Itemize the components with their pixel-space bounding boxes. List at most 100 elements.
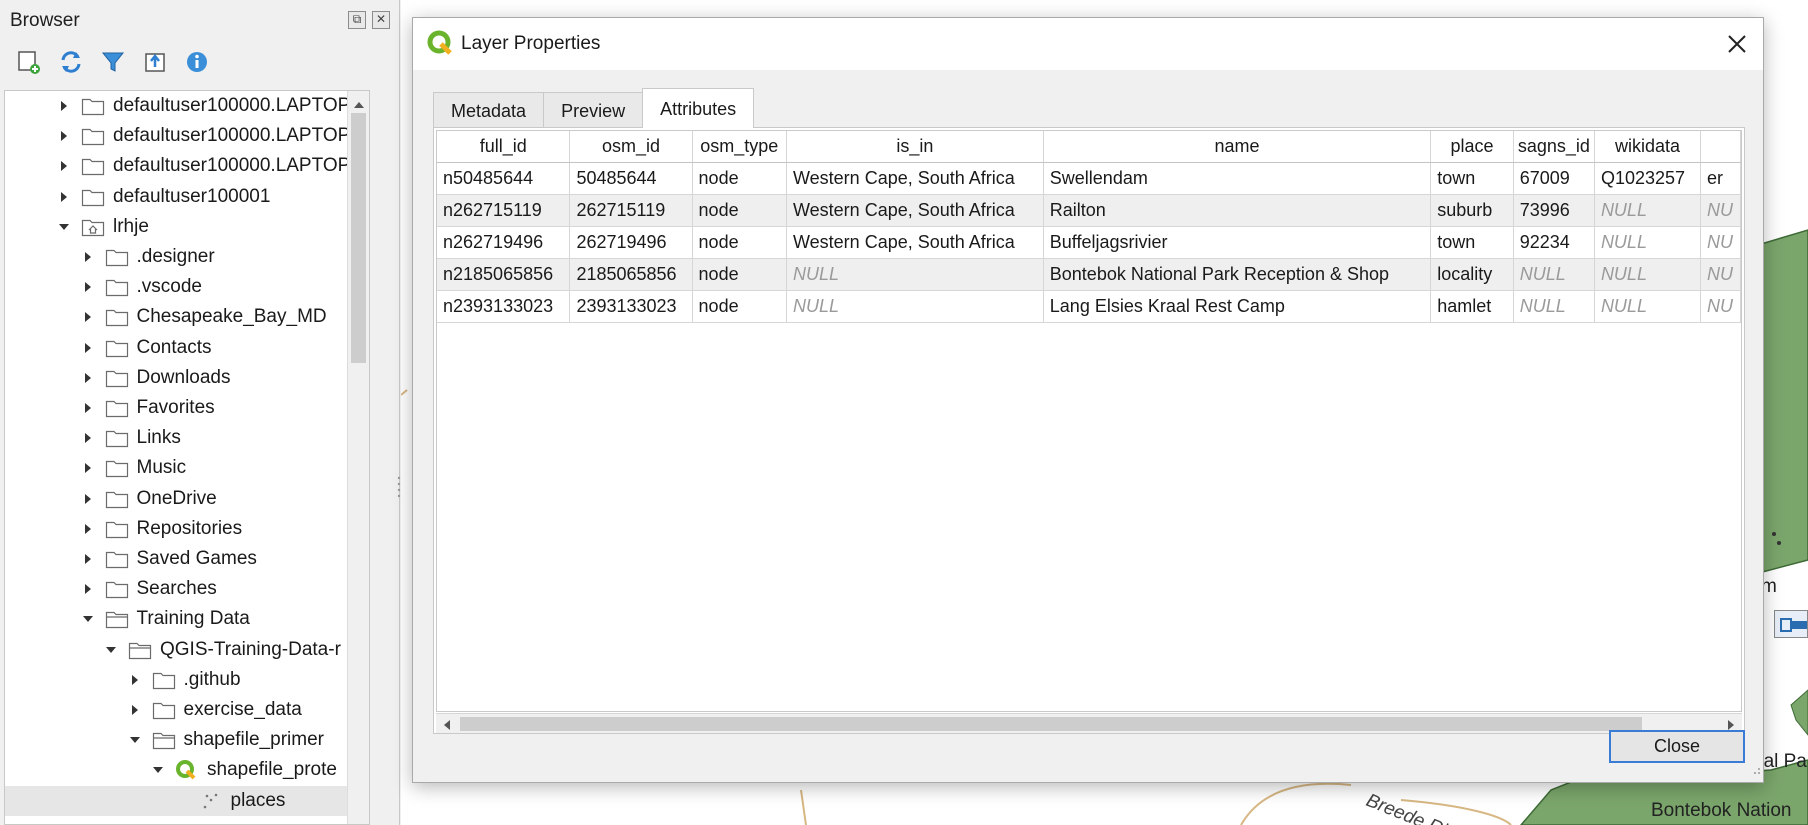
table-cell[interactable]: NULL [1594, 194, 1702, 227]
table-cell[interactable]: NU [1700, 290, 1741, 323]
close-icon[interactable]: ✕ [372, 11, 390, 29]
chevron-down-icon[interactable] [151, 763, 165, 777]
table-cell[interactable]: Lang Elsies Kraal Rest Camp [1043, 290, 1432, 323]
attribute-table[interactable]: full_id osm_id osm_type is_in name place sagns… [436, 130, 1742, 712]
table-cell[interactable]: node [692, 194, 788, 227]
tree-item[interactable]: QGIS-Training-Data-r [5, 635, 369, 665]
tree-item[interactable]: Links [5, 423, 369, 453]
refresh-icon[interactable] [56, 47, 86, 77]
table-cell[interactable]: n262719496 [437, 226, 571, 259]
tree-item[interactable]: shapefile_primer [5, 725, 369, 755]
table-cell[interactable]: NU [1700, 194, 1741, 227]
table-cell[interactable]: 2185065856 [569, 258, 693, 291]
chevron-right-icon[interactable] [81, 401, 95, 415]
tree-item[interactable]: Downloads [5, 363, 369, 393]
tree-item[interactable]: .github [5, 665, 369, 695]
tab-attributes[interactable]: Attributes [642, 88, 755, 128]
table-cell[interactable]: NULL [786, 258, 1044, 291]
tree-item[interactable]: defaultuser100000.LAPTOP- [5, 121, 369, 151]
table-cell[interactable]: NULL [1594, 258, 1702, 291]
table-row[interactable]: n2185065856 2185065856 node NULL Bontebok Na… [437, 258, 1741, 291]
tab-preview[interactable]: Preview [543, 92, 644, 128]
float-icon[interactable]: ⧉ [348, 11, 366, 29]
table-row[interactable]: n262715119 262715119 node Western Cape, Sou… [437, 194, 1741, 227]
table-cell[interactable]: NULL [1513, 290, 1595, 323]
table-cell[interactable]: Western Cape, South Africa [786, 226, 1044, 259]
table-cell[interactable]: hamlet [1430, 290, 1514, 323]
scrollbar-thumb[interactable] [351, 113, 366, 363]
chevron-right-icon[interactable] [81, 522, 95, 536]
chevron-down-icon[interactable] [104, 643, 118, 657]
close-icon[interactable] [1719, 26, 1755, 62]
table-cell[interactable]: Western Cape, South Africa [786, 162, 1044, 195]
tree-item[interactable]: Chesapeake_Bay_MD [5, 302, 369, 332]
chevron-right-icon[interactable] [81, 552, 95, 566]
table-cell[interactable]: NULL [1513, 258, 1595, 291]
column-header[interactable]: sagns_id [1513, 131, 1595, 163]
tab-metadata[interactable]: Metadata [433, 92, 545, 128]
table-cell[interactable]: 67009 [1513, 162, 1595, 195]
chevron-down-icon[interactable] [128, 733, 142, 747]
tree-item[interactable]: .vscode [5, 272, 369, 302]
chevron-right-icon[interactable] [128, 703, 142, 717]
chevron-right-icon[interactable] [57, 99, 71, 113]
tree-item[interactable]: Saved Games [5, 544, 369, 574]
table-cell[interactable]: node [692, 258, 788, 291]
table-cell[interactable]: n2393133023 [437, 290, 571, 323]
table-cell[interactable]: suburb [1430, 194, 1514, 227]
chevron-right-icon[interactable] [128, 673, 142, 687]
tree-item[interactable]: Contacts [5, 333, 369, 363]
table-cell[interactable]: NU [1700, 226, 1741, 259]
chevron-right-icon[interactable] [57, 129, 71, 143]
table-cell[interactable]: Q1023257 [1594, 162, 1702, 195]
horizontal-scrollbar[interactable] [436, 713, 1742, 733]
vertical-scrollbar[interactable] [347, 91, 369, 824]
table-cell[interactable]: node [692, 226, 788, 259]
table-cell[interactable]: er [1700, 162, 1741, 195]
table-cell[interactable]: locality [1430, 258, 1514, 291]
chevron-right-icon[interactable] [81, 371, 95, 385]
tree-item[interactable]: Favorites [5, 393, 369, 423]
column-header[interactable]: full_id [437, 131, 571, 163]
tree-item[interactable]: exercise_data [5, 695, 369, 725]
table-cell[interactable]: NU [1700, 258, 1741, 291]
column-header[interactable]: name [1043, 131, 1432, 163]
tree-item[interactable]: Searches [5, 574, 369, 604]
tree-item[interactable]: defaultuser100000.LAPTOP- [5, 91, 369, 121]
chevron-right-icon[interactable] [81, 461, 95, 475]
filter-icon[interactable] [98, 47, 128, 77]
add-layer-icon[interactable] [14, 47, 44, 77]
tree-item[interactable]: OneDrive [5, 484, 369, 514]
chevron-right-icon[interactable] [81, 492, 95, 506]
table-row[interactable]: n2393133023 2393133023 node NULL Lang Elsies… [437, 290, 1741, 323]
table-cell[interactable]: 2393133023 [569, 290, 693, 323]
table-cell[interactable]: 73996 [1513, 194, 1595, 227]
table-cell[interactable]: 262715119 [569, 194, 693, 227]
tree-item[interactable]: shapefile_prote [5, 755, 369, 785]
table-cell[interactable]: Western Cape, South Africa [786, 194, 1044, 227]
table-cell[interactable]: node [692, 162, 788, 195]
tree-item[interactable]: defaultuser100000.LAPTOP- [5, 151, 369, 181]
chevron-down-icon[interactable] [81, 612, 95, 626]
table-cell[interactable]: NULL [1594, 226, 1702, 259]
tree-item[interactable]: Music [5, 453, 369, 483]
column-header[interactable] [1700, 131, 1741, 163]
table-cell[interactable]: n50485644 [437, 162, 571, 195]
chevron-right-icon[interactable] [81, 431, 95, 445]
table-row[interactable]: n50485644 50485644 node Western Cape, South… [437, 162, 1741, 195]
table-cell[interactable]: NULL [786, 290, 1044, 323]
scrollbar-thumb[interactable] [460, 717, 1642, 731]
table-row[interactable]: n262719496 262719496 node Western Cape, Sou… [437, 226, 1741, 259]
chevron-right-icon[interactable] [57, 190, 71, 204]
collapse-all-icon[interactable] [140, 47, 170, 77]
tree-item[interactable]: defaultuser100001 [5, 182, 369, 212]
browser-tree[interactable]: defaultuser100000.LAPTOP-defaultuser1000… [4, 90, 370, 825]
panel-splitter[interactable] [396, 470, 402, 510]
table-cell[interactable]: Buffeljagsrivier [1043, 226, 1432, 259]
chevron-right-icon[interactable] [81, 280, 95, 294]
table-cell[interactable]: node [692, 290, 788, 323]
table-cell[interactable]: 50485644 [569, 162, 693, 195]
chevron-right-icon[interactable] [57, 159, 71, 173]
table-cell[interactable]: town [1430, 162, 1514, 195]
resize-grip-icon[interactable] [1749, 762, 1761, 780]
